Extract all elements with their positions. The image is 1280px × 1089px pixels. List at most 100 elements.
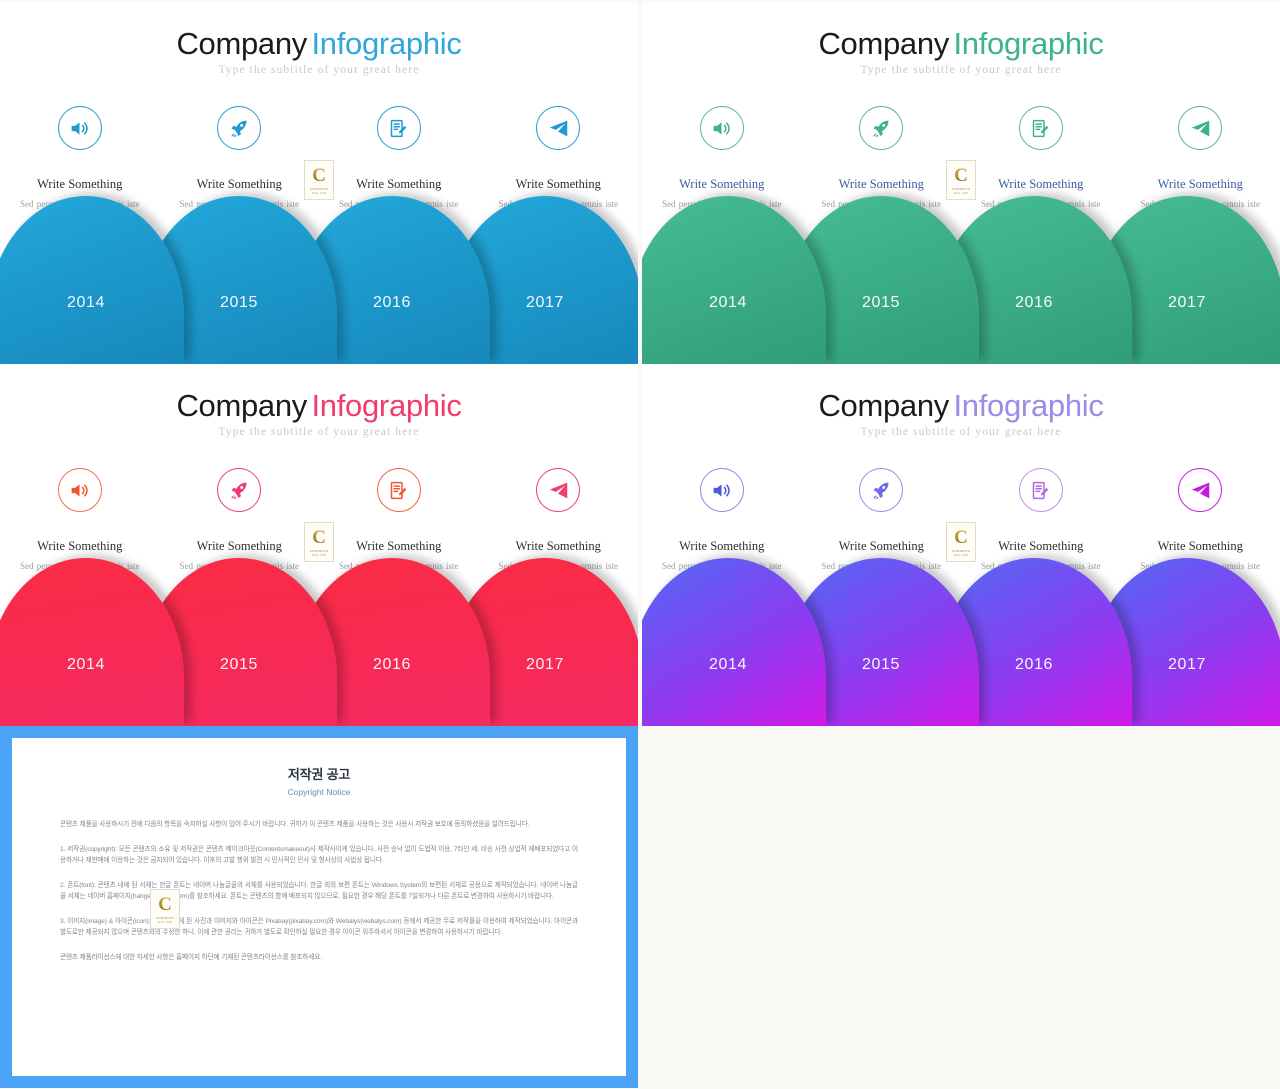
paper-plane-icon[interactable] bbox=[536, 106, 581, 150]
watermark-logo: C CONTENTS MALL .COM bbox=[304, 160, 334, 200]
copyright-paragraph: 3. 이미지(image) & 아이콘(icon): 콘텐츠 내에 된 사진과 … bbox=[60, 917, 578, 937]
year-domes: 2014 2015 2016 2017 bbox=[642, 196, 1280, 364]
slide-blue[interactable]: Company Infographic Type the subtitle of… bbox=[0, 2, 638, 364]
feature-heading: Write Something bbox=[998, 539, 1084, 553]
rocket-icon[interactable] bbox=[859, 106, 904, 150]
document-edit-icon[interactable] bbox=[1018, 468, 1063, 512]
watermark-letter: C bbox=[158, 893, 172, 915]
title-main: Company bbox=[176, 26, 308, 61]
year-label: 2017 bbox=[1168, 656, 1206, 673]
watermark-letter: C bbox=[312, 164, 326, 186]
speaker-icon[interactable] bbox=[699, 468, 744, 512]
speaker-icon[interactable] bbox=[57, 106, 102, 150]
feature-heading: Write Something bbox=[838, 177, 924, 191]
feature-heading: Write Something bbox=[679, 177, 765, 191]
watermark-logo: C CONTENTS MALL .COM bbox=[304, 522, 334, 562]
year-label: 2017 bbox=[1168, 294, 1206, 311]
watermark-line1: CONTENTS bbox=[951, 186, 971, 191]
speaker-icon[interactable] bbox=[57, 468, 102, 512]
slide-subtitle: Type the subtitle of your great here bbox=[860, 64, 1062, 76]
title-accent: Infographic bbox=[953, 26, 1104, 61]
watermark-logo: C CONTENTS MALL .COM bbox=[946, 522, 976, 562]
slide-title: Company Infographic bbox=[642, 388, 1280, 424]
feature-heading: Write Something bbox=[196, 177, 282, 191]
title-main: Company bbox=[818, 26, 950, 61]
feature-heading: Write Something bbox=[1157, 177, 1243, 191]
year-label: 2017 bbox=[526, 656, 564, 673]
watermark-line1: CONTENTS bbox=[309, 548, 329, 553]
infographic-template-page: Company Infographic Type the subtitle of… bbox=[0, 0, 1280, 1089]
year-label: 2016 bbox=[373, 294, 411, 311]
copyright-document: 저작권 공고 Copyright Notice 콘텐츠 제품을 사용하시기 전에… bbox=[12, 738, 626, 1076]
slide-green[interactable]: Company Infographic Type the subtitle of… bbox=[642, 2, 1280, 364]
copyright-paragraph: 1. 저작권(copyright): 모든 콘텐츠의 소유 및 저작권은 콘텐츠… bbox=[60, 845, 578, 865]
watermark-letter: C bbox=[312, 526, 326, 548]
document-edit-icon[interactable] bbox=[1018, 106, 1063, 150]
slide-subtitle: Type the subtitle of your great here bbox=[218, 64, 420, 76]
copyright-subtitle: Copyright Notice bbox=[287, 787, 351, 797]
speaker-icon[interactable] bbox=[699, 106, 744, 150]
slide-red[interactable]: Company Infographic Type the subtitle of… bbox=[0, 364, 638, 726]
watermark-logo: C CONTENTS MALL .COM bbox=[946, 160, 976, 200]
copyright-title: 저작권 공고 bbox=[287, 767, 351, 782]
year-label: 2014 bbox=[709, 294, 747, 311]
feature-heading: Write Something bbox=[515, 539, 601, 553]
rocket-icon[interactable] bbox=[859, 468, 904, 512]
year-label: 2014 bbox=[709, 656, 747, 673]
slide-title: Company Infographic bbox=[642, 26, 1280, 62]
year-label: 2015 bbox=[220, 294, 258, 311]
watermark-line2: MALL .COM bbox=[158, 920, 172, 924]
watermark-logo: C CONTENTS MALL .COM bbox=[150, 889, 180, 929]
title-accent: Infographic bbox=[311, 388, 462, 423]
feature-heading: Write Something bbox=[356, 177, 442, 191]
feature-heading: Write Something bbox=[838, 539, 924, 553]
year-domes: 2014 2015 2016 2017 bbox=[0, 558, 638, 726]
document-edit-icon[interactable] bbox=[376, 468, 421, 512]
year-label: 2016 bbox=[1015, 656, 1053, 673]
watermark-letter: C bbox=[954, 164, 968, 186]
feature-heading: Write Something bbox=[356, 539, 442, 553]
title-main: Company bbox=[818, 388, 950, 423]
document-edit-icon[interactable] bbox=[376, 106, 421, 150]
slide-title: Company Infographic bbox=[0, 388, 638, 424]
year-label: 2014 bbox=[67, 656, 105, 673]
feature-heading: Write Something bbox=[1157, 539, 1243, 553]
watermark-line1: CONTENTS bbox=[309, 186, 329, 191]
feature-heading: Write Something bbox=[37, 177, 123, 191]
slide-subtitle: Type the subtitle of your great here bbox=[860, 426, 1062, 438]
year-label: 2015 bbox=[220, 656, 258, 673]
year-label: 2015 bbox=[862, 656, 900, 673]
feature-heading: Write Something bbox=[196, 539, 282, 553]
watermark-line1: CONTENTS bbox=[155, 915, 175, 920]
feature-heading: Write Something bbox=[515, 177, 601, 191]
year-label: 2014 bbox=[67, 294, 105, 311]
year-label: 2016 bbox=[373, 656, 411, 673]
copyright-paragraph: 콘텐츠 제품라이선스에 대한 자세한 사항은 홈페이지 하단에 기재된 콘텐츠라… bbox=[60, 953, 322, 961]
year-label: 2016 bbox=[1015, 294, 1053, 311]
feature-heading: Write Something bbox=[998, 177, 1084, 191]
rocket-icon[interactable] bbox=[217, 468, 262, 512]
year-label: 2015 bbox=[862, 294, 900, 311]
watermark-line1: CONTENTS bbox=[951, 548, 971, 553]
slide-purple[interactable]: Company Infographic Type the subtitle of… bbox=[642, 364, 1280, 726]
watermark-line2: MALL .COM bbox=[954, 191, 968, 195]
title-main: Company bbox=[176, 388, 308, 423]
slide-title: Company Infographic bbox=[0, 26, 638, 62]
watermark-line2: MALL .COM bbox=[312, 553, 326, 557]
paper-plane-icon[interactable] bbox=[536, 468, 581, 512]
watermark-letter: C bbox=[954, 526, 968, 548]
empty-slide-area bbox=[642, 726, 1280, 1088]
copyright-paragraph: 콘텐츠 제품을 사용하시기 전에 다음의 항목을 숙지하실 사항이 있어 주시기… bbox=[60, 821, 530, 828]
year-domes: 2014 2015 2016 2017 bbox=[642, 558, 1280, 726]
rocket-icon[interactable] bbox=[217, 106, 262, 150]
watermark-line2: MALL .COM bbox=[954, 553, 968, 557]
paper-plane-icon[interactable] bbox=[1178, 468, 1223, 512]
year-domes: 2014 2015 2016 2017 bbox=[0, 196, 638, 364]
copyright-paragraph: 2. 폰트(font): 콘텐츠 내에 된 서체는 한글 폰트는 네이버 나눔글… bbox=[60, 881, 578, 901]
slide-copyright-notice[interactable]: 저작권 공고 Copyright Notice 콘텐츠 제품을 사용하시기 전에… bbox=[0, 726, 638, 1088]
paper-plane-icon[interactable] bbox=[1178, 106, 1223, 150]
feature-heading: Write Something bbox=[37, 539, 123, 553]
title-accent: Infographic bbox=[953, 388, 1104, 423]
feature-heading: Write Something bbox=[679, 539, 765, 553]
slide-subtitle: Type the subtitle of your great here bbox=[218, 426, 420, 438]
